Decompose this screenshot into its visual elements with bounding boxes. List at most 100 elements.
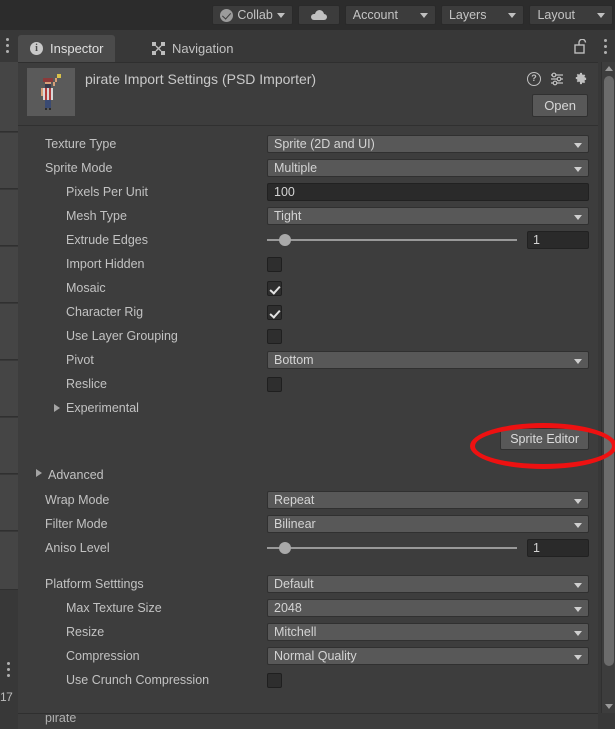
label-experimental: Experimental <box>66 401 139 415</box>
row-experimental[interactable]: Experimental <box>18 396 598 420</box>
pirate-sprite-thumbnail[interactable] <box>27 68 75 116</box>
layers-label: Layers <box>448 8 487 22</box>
row-use-crunch-compression: Use Crunch Compression <box>18 668 598 692</box>
row-sprite-mode: Sprite Mode Multiple <box>18 156 598 180</box>
chevron-down-icon <box>574 215 582 220</box>
slider-handle[interactable] <box>279 234 291 246</box>
checkbox-use-layer-grouping[interactable] <box>267 328 282 344</box>
field-aniso-level: 1 <box>267 539 589 557</box>
dropdown-value: Repeat <box>274 493 315 507</box>
row-max-texture-size: Max Texture Size 2048 <box>18 596 598 620</box>
chevron-down-icon <box>574 167 582 172</box>
label-pivot: Pivot <box>66 353 94 367</box>
row-texture-type: Texture Type Sprite (2D and UI) <box>18 132 598 156</box>
dropdown-texture-type[interactable]: Sprite (2D and UI) <box>267 135 589 153</box>
checkbox-character-rig[interactable] <box>267 304 282 320</box>
info-icon: i <box>30 42 43 55</box>
chevron-down-icon <box>574 607 582 612</box>
chevron-down-icon <box>508 12 517 18</box>
left-panel-menu-icon[interactable] <box>7 662 10 680</box>
inspector-scrollbar[interactable] <box>601 62 615 713</box>
chevron-right-icon <box>36 469 42 477</box>
scroll-up-arrow-icon[interactable] <box>605 66 613 71</box>
chevron-right-icon <box>54 404 60 412</box>
input-extrude-edges[interactable]: 1 <box>527 231 589 249</box>
panel-drag-handle-icon[interactable] <box>6 38 10 56</box>
input-pixels-per-unit[interactable]: 100 <box>267 183 589 201</box>
label-wrap-mode: Wrap Mode <box>45 493 110 507</box>
chevron-down-icon <box>574 631 582 636</box>
field-wrap-mode: Repeat <box>267 491 589 509</box>
dropdown-filter-mode[interactable]: Bilinear <box>267 515 589 533</box>
checkbox-mosaic[interactable] <box>267 280 282 296</box>
label-import-hidden: Import Hidden <box>66 257 145 271</box>
chevron-down-icon <box>574 655 582 660</box>
row-mosaic: Mosaic <box>18 276 598 300</box>
unity-editor-window: Collab Account Layers Layout i Inspector… <box>0 0 615 729</box>
field-use-crunch-compression <box>267 672 589 688</box>
row-pixels-per-unit: Pixels Per Unit 100 <box>18 180 598 204</box>
bottom-row-label: pirate <box>45 713 77 725</box>
checkbox-reslice[interactable] <box>267 376 282 392</box>
checkbox-import-hidden[interactable] <box>267 256 282 272</box>
dropdown-value: Sprite (2D and UI) <box>274 137 375 151</box>
field-mesh-type: Tight <box>267 207 589 225</box>
import-settings-rows: Texture Type Sprite (2D and UI) Sprite M… <box>18 126 598 692</box>
dropdown-wrap-mode[interactable]: Repeat <box>267 491 589 509</box>
collab-button[interactable]: Collab <box>212 5 293 25</box>
slider-handle[interactable] <box>279 542 291 554</box>
field-mosaic <box>267 280 589 296</box>
field-use-layer-grouping <box>267 328 589 344</box>
label-platform-settings: Platform Setttings <box>45 577 144 591</box>
field-import-hidden <box>267 256 589 272</box>
cloud-icon <box>310 10 327 20</box>
dropdown-max-texture-size[interactable]: 2048 <box>267 599 589 617</box>
label-character-rig: Character Rig <box>66 305 144 319</box>
row-compression: Compression Normal Quality <box>18 644 598 668</box>
preset-icon[interactable] <box>550 72 564 86</box>
chevron-down-icon <box>574 499 582 504</box>
inspector-menu-icon[interactable] <box>604 39 607 57</box>
dropdown-sprite-mode[interactable]: Multiple <box>267 159 589 177</box>
dropdown-resize[interactable]: Mitchell <box>267 623 589 641</box>
dropdown-mesh-type[interactable]: Tight <box>267 207 589 225</box>
open-button[interactable]: Open <box>532 94 588 117</box>
slider-aniso-level[interactable] <box>267 542 517 554</box>
dropdown-pivot[interactable]: Bottom <box>267 351 589 369</box>
cloud-button[interactable] <box>297 5 340 25</box>
row-wrap-mode: Wrap Mode Repeat <box>18 488 598 512</box>
dropdown-platform-settings[interactable]: Default <box>267 575 589 593</box>
slider-extrude-edges[interactable] <box>267 234 517 246</box>
label-resize: Resize <box>66 625 105 639</box>
chevron-down-icon <box>574 523 582 528</box>
scroll-thumb[interactable] <box>604 76 614 666</box>
field-reslice <box>267 376 589 392</box>
main-toolbar: Collab Account Layers Layout <box>0 0 615 30</box>
row-use-layer-grouping: Use Layer Grouping <box>18 324 598 348</box>
tab-inspector[interactable]: i Inspector <box>18 35 116 62</box>
field-pivot: Bottom <box>267 351 589 369</box>
navigation-icon <box>152 42 165 55</box>
help-icon[interactable]: ? <box>527 71 541 86</box>
gear-icon[interactable] <box>573 71 588 86</box>
tab-navigation[interactable]: Navigation <box>140 35 245 62</box>
row-advanced[interactable]: Advanced <box>18 458 598 488</box>
left-panel-edge: 17 <box>0 62 18 729</box>
label-max-texture-size: Max Texture Size <box>66 601 162 615</box>
account-button[interactable]: Account <box>344 5 436 25</box>
checkbox-use-crunch-compression[interactable] <box>267 672 282 688</box>
layers-button[interactable]: Layers <box>440 5 525 25</box>
dropdown-value: Bilinear <box>274 517 316 531</box>
tab-navigation-label: Navigation <box>172 41 234 56</box>
unlocked-padlock-icon[interactable] <box>574 38 587 57</box>
dropdown-value: 2048 <box>274 601 302 615</box>
dropdown-compression[interactable]: Normal Quality <box>267 647 589 665</box>
sprite-editor-button[interactable]: Sprite Editor <box>500 428 589 450</box>
layout-button[interactable]: Layout <box>529 5 613 25</box>
scroll-down-arrow-icon[interactable] <box>605 704 613 709</box>
field-max-texture-size: 2048 <box>267 599 589 617</box>
inspector-tab-bar: i Inspector Navigation <box>0 30 615 62</box>
input-aniso-level[interactable]: 1 <box>527 539 589 557</box>
collab-label: Collab <box>237 8 273 22</box>
label-compression: Compression <box>66 649 140 663</box>
